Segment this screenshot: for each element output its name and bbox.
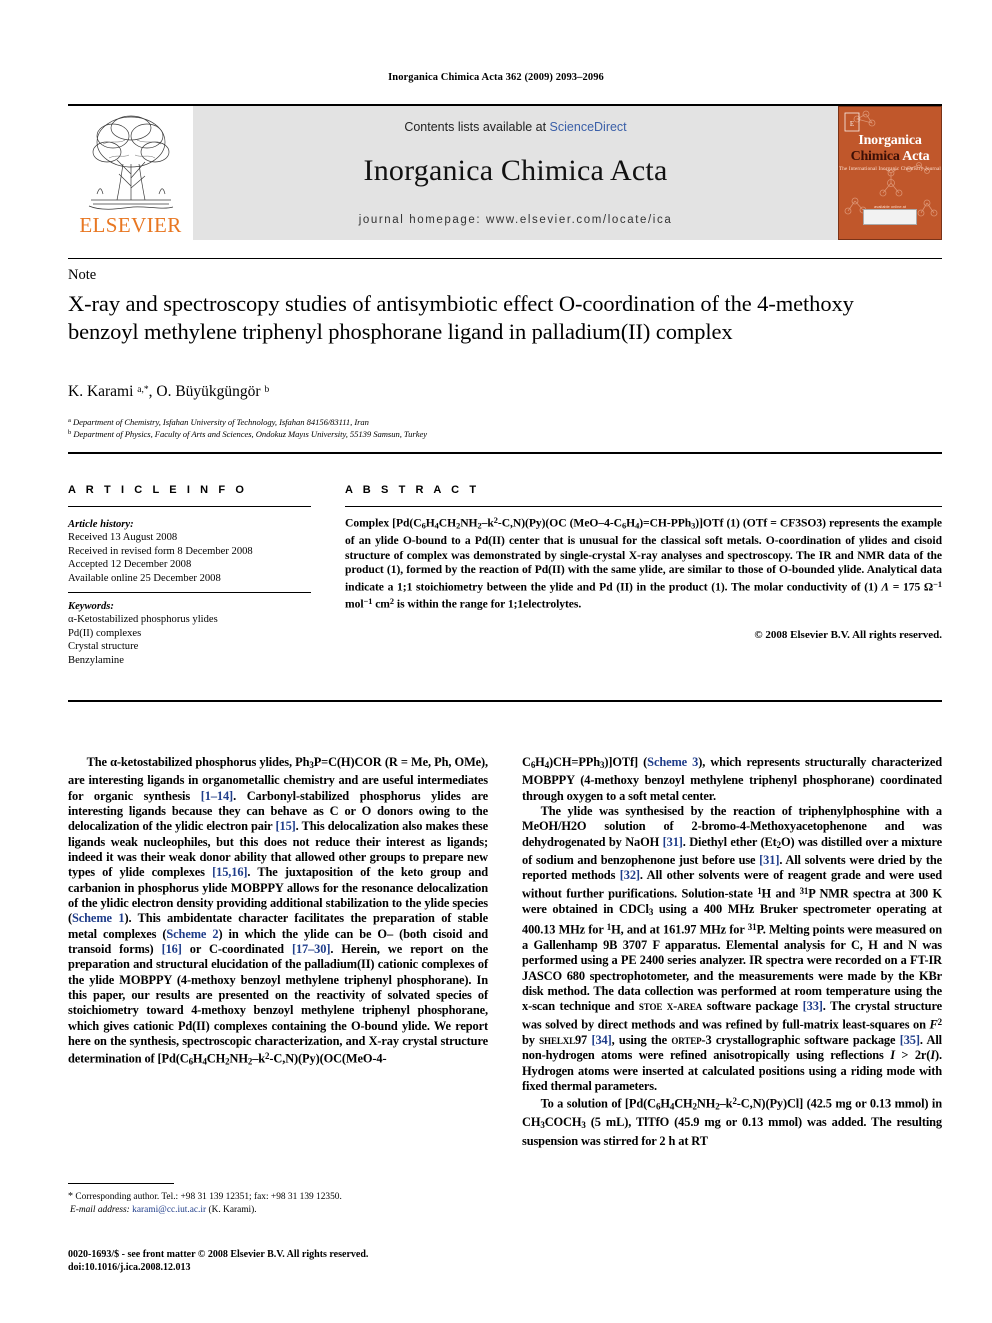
divider-above-note [68, 258, 942, 259]
email-owner: (K. Karami). [208, 1204, 257, 1215]
body-paragraph: To a solution of [Pd(C6H4CH2NH2–k2-C,N)(… [522, 1096, 942, 1148]
journal-band: Contents lists available at ScienceDirec… [193, 106, 838, 240]
article-history-block: Article history: Received 13 August 2008… [68, 518, 311, 585]
history-item: Accepted 12 December 2008 [68, 559, 192, 571]
sciencedirect-link[interactable]: ScienceDirect [550, 120, 627, 134]
author-list: K. Karami a,*, O. Büyükgüngör b [68, 383, 270, 400]
divider-article-history-top [68, 506, 311, 507]
affiliation-b-text: Department of Physics, Faculty of Arts a… [73, 428, 427, 439]
page-footer: 0020-1693/$ - see front matter © 2008 El… [68, 1248, 568, 1274]
divider-keywords-top [68, 592, 311, 593]
journal-masthead: ELSEVIER Contents lists available at Sci… [68, 104, 942, 240]
abstract-text: Complex [Pd(C6H4CH2NH2–k2-C,N)(Py)(OC (M… [345, 516, 942, 611]
footnote-star: * [68, 1191, 73, 1202]
article-history-label: Article history: [68, 519, 134, 530]
cover-title-line2: Chimica Acta [839, 149, 941, 165]
cover-title-acta: Acta [902, 149, 930, 164]
article-page: Inorganica Chimica Acta 362 (2009) 2093–… [0, 0, 992, 1323]
cover-sciencedirect-badge [863, 209, 917, 225]
corresponding-author-footnote: * Corresponding author. Tel.: +98 31 139… [68, 1191, 488, 1216]
corresponding-author-text: Corresponding author. Tel.: +98 31 139 1… [75, 1192, 342, 1202]
article-info-heading: A R T I C L E I N F O [68, 484, 248, 496]
issn-line: 0020-1693/$ - see front matter © 2008 El… [68, 1249, 369, 1260]
journal-cover-thumbnail[interactable]: E Inorganica Chimica Acta The Internatio… [838, 106, 942, 240]
body-paragraph: The ylide was synthesised by the reactio… [522, 803, 943, 1093]
affiliation-b: b Department of Physics, Faculty of Arts… [68, 428, 427, 439]
contents-lists-line: Contents lists available at ScienceDirec… [193, 120, 838, 134]
keyword-item: Benzylamine [68, 654, 124, 666]
affiliation-a: a Department of Chemistry, Isfahan Unive… [68, 416, 369, 427]
divider-abstract-top [345, 506, 942, 507]
divider-below-affiliations [68, 452, 942, 454]
history-item: Received in revised form 8 December 2008 [68, 545, 253, 557]
elsevier-wordmark: ELSEVIER [79, 213, 182, 237]
keyword-item: α-Ketostabilized phosphorus ylides [68, 614, 218, 626]
affiliation-a-text: Department of Chemistry, Isfahan Univers… [73, 416, 369, 427]
cover-title-chimica: Chimica [850, 149, 900, 164]
history-item: Received 13 August 2008 [68, 532, 178, 544]
keyword-item: Pd(II) complexes [68, 627, 142, 639]
footnote-divider [68, 1183, 174, 1184]
history-item: Available online 25 December 2008 [68, 572, 221, 584]
running-head: Inorganica Chimica Acta 362 (2009) 2093–… [388, 72, 604, 83]
copyright-line: © 2008 Elsevier B.V. All rights reserved… [754, 629, 942, 641]
journal-homepage[interactable]: journal homepage: www.elsevier.com/locat… [193, 214, 838, 226]
journal-title: Inorganica Chimica Acta [363, 154, 668, 187]
article-type-label: Note [68, 267, 97, 283]
keywords-block: Keywords: α-Ketostabilized phosphorus yl… [68, 600, 311, 667]
page-title: X-ray and spectroscopy studies of antisy… [68, 291, 854, 344]
svg-text:E: E [850, 120, 854, 128]
contents-prefix: Contents lists available at [404, 120, 550, 134]
keywords-label: Keywords: [68, 601, 114, 612]
doi-line[interactable]: doi:10.1016/j.ica.2008.12.013 [68, 1261, 568, 1274]
abstract-heading: A B S T R A C T [345, 484, 480, 496]
keyword-item: Crystal structure [68, 641, 139, 653]
cover-badge-url: www.sciencedirect.com [871, 227, 909, 231]
elsevier-logo: ELSEVIER [68, 106, 193, 240]
body-paragraph: C6H4)CH=PPh3)]OTf] (Scheme 3), which rep… [522, 755, 943, 803]
cover-subtitle: The International Inorganic Chemistry Jo… [839, 167, 941, 172]
divider-below-abstract [68, 700, 942, 702]
email-link[interactable]: karami@cc.iut.ac.ir [132, 1205, 206, 1215]
body-column-right: C6H4)CH=PPh3)]OTf] (Scheme 3), which rep… [522, 755, 942, 1149]
body-column-left: The α-ketostabilized phosphorus ylides, … [68, 755, 488, 1071]
email-label: E-mail address: [70, 1204, 130, 1215]
body-paragraph: The α-ketostabilized phosphorus ylides, … [68, 755, 489, 1068]
elsevier-tree-icon [88, 115, 173, 210]
cover-title-line1: Inorganica [858, 133, 922, 148]
